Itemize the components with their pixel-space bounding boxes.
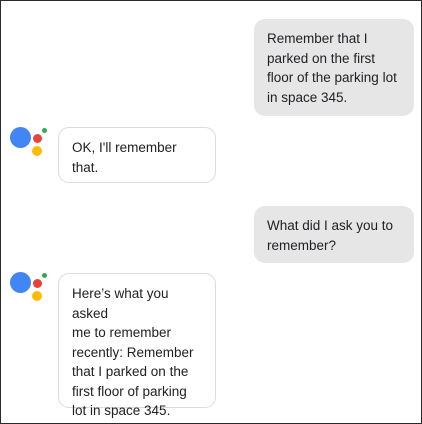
- google-assistant-logo-icon: [10, 272, 50, 312]
- yellow-dot: [32, 291, 42, 301]
- assistant-message-bubble: OK, I'll remember that.: [58, 127, 216, 183]
- user-message-bubble: What did I ask you to remember?: [254, 206, 414, 263]
- green-dot: [42, 273, 47, 278]
- user-message-bubble: Remember that I parked on the first floo…: [254, 19, 414, 116]
- green-dot: [42, 128, 47, 133]
- blue-dot: [10, 272, 31, 293]
- yellow-dot: [32, 146, 42, 156]
- conversation-panel: Remember that I parked on the first floo…: [0, 0, 422, 424]
- google-assistant-logo-icon: [10, 127, 50, 167]
- blue-dot: [10, 127, 31, 148]
- red-dot: [33, 279, 42, 288]
- assistant-message-bubble: Here’s what you asked me to remember rec…: [58, 273, 216, 418]
- red-dot: [33, 134, 42, 143]
